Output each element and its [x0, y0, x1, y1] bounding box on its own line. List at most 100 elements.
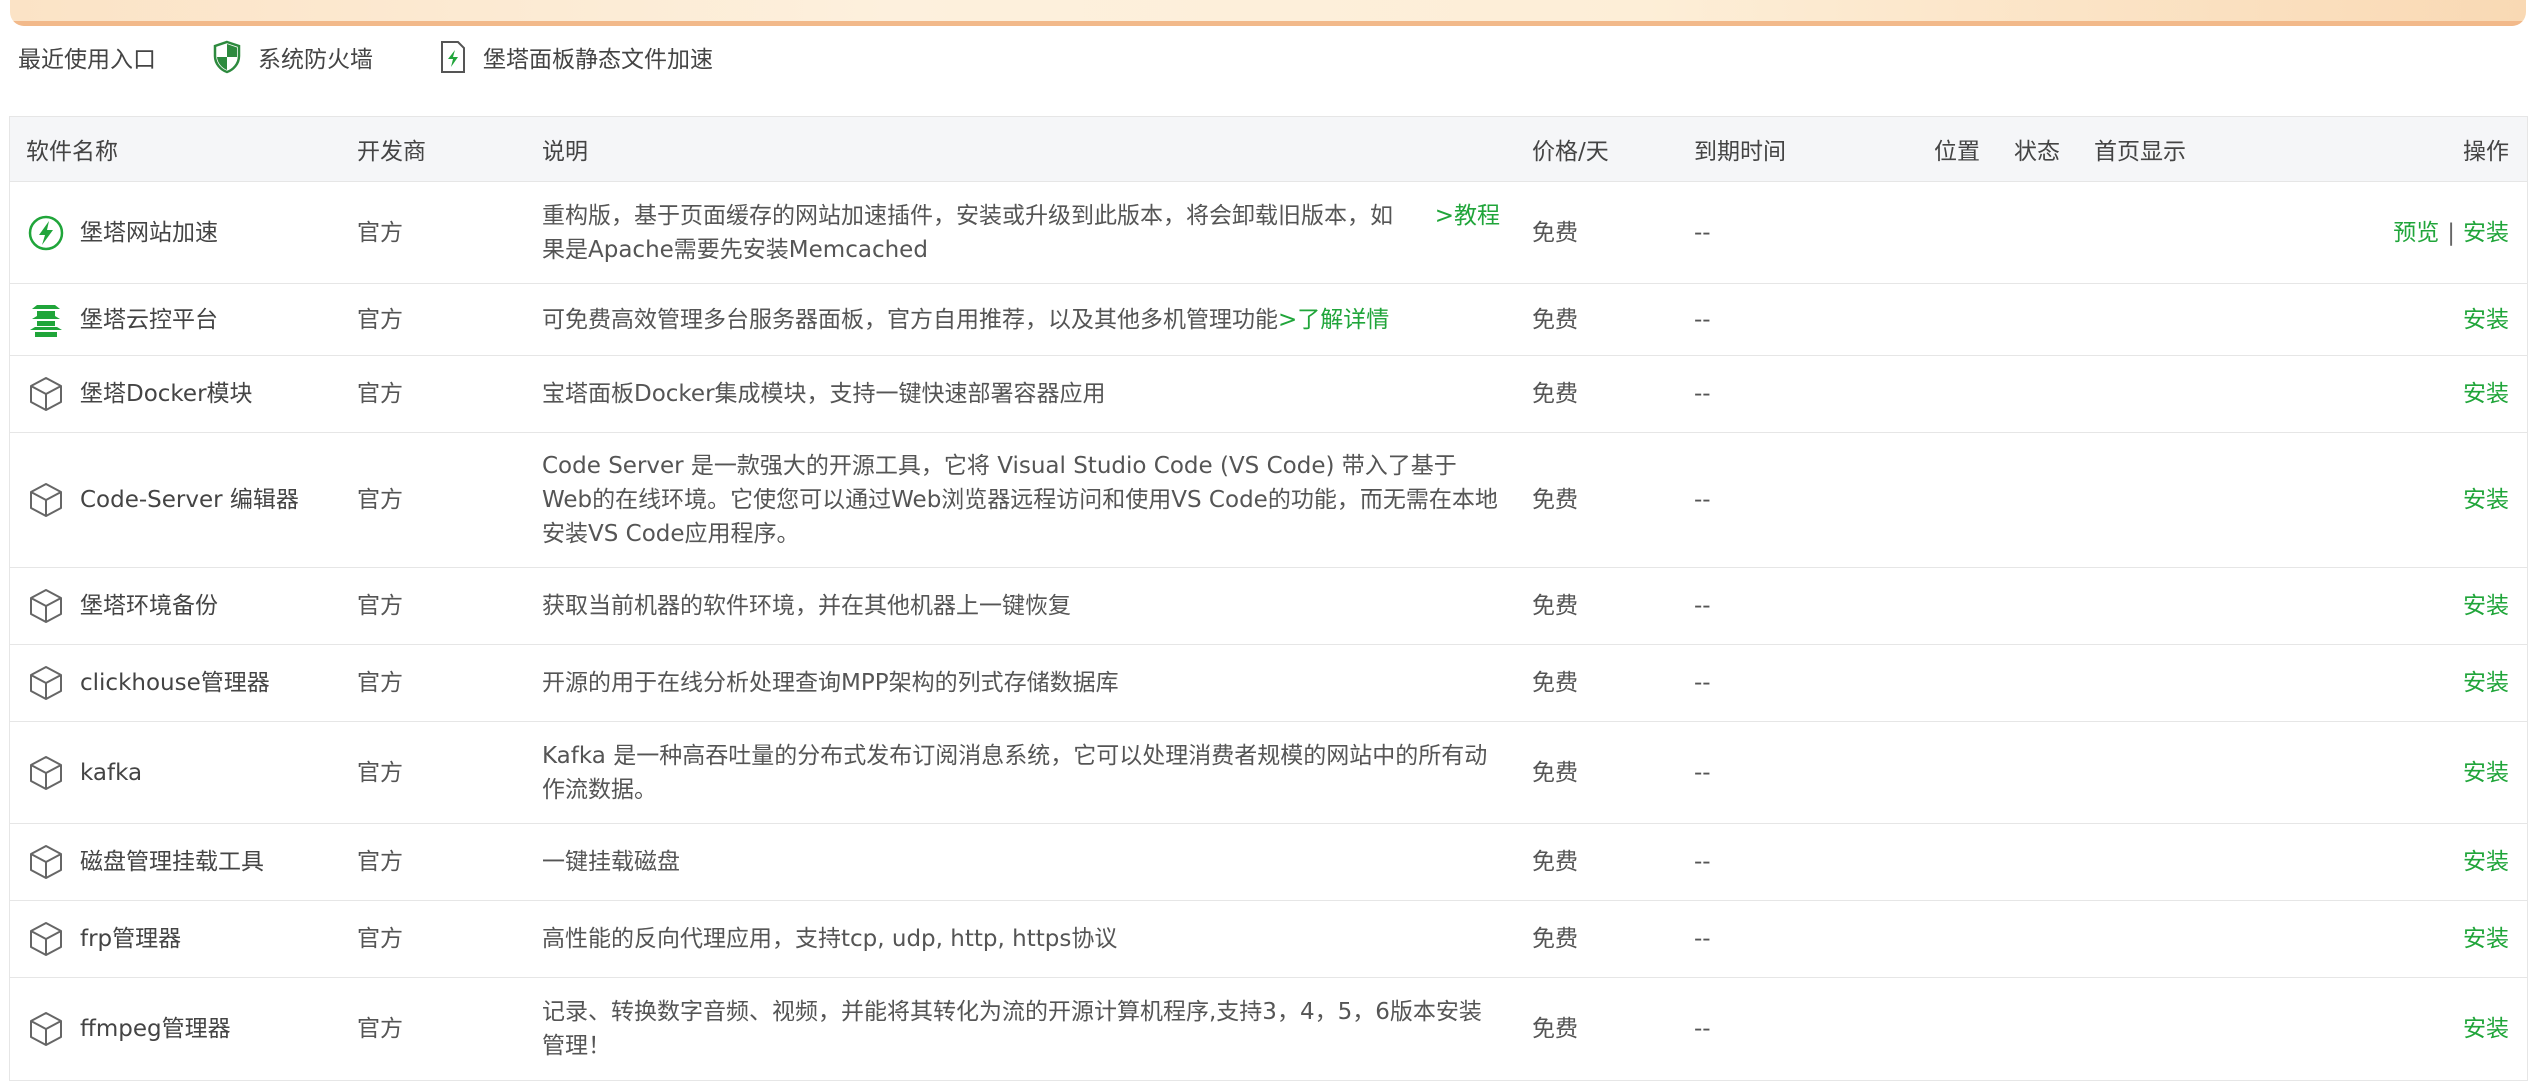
- col-header-name[interactable]: 软件名称: [10, 117, 341, 182]
- install-button[interactable]: 安装: [2463, 381, 2509, 407]
- software-name: 堡塔网站加速: [80, 219, 218, 246]
- expire-time: --: [1678, 181, 1918, 284]
- software-name-cell[interactable]: 堡塔Docker模块: [26, 374, 325, 414]
- software-name-cell[interactable]: 磁盘管理挂载工具: [26, 842, 325, 882]
- install-button[interactable]: 安装: [2463, 1016, 2509, 1042]
- top-banner: [10, 0, 2526, 26]
- recent-entries-label: 最近使用入口: [18, 47, 156, 73]
- cube-icon: [26, 919, 66, 959]
- software-name-cell[interactable]: Code-Server 编辑器: [26, 480, 325, 520]
- operations: 安装: [2228, 900, 2527, 978]
- software-name: 堡塔环境备份: [80, 593, 218, 619]
- software-name-cell[interactable]: 堡塔网站加速: [26, 213, 325, 253]
- install-button[interactable]: 安装: [2463, 220, 2509, 246]
- col-header-desc: 说明: [526, 117, 1516, 182]
- description: 重构版，基于页面缓存的网站加速插件，安装或升级到此版本，将会卸载旧版本，如果是A…: [542, 202, 1393, 263]
- expire-time: --: [1694, 1015, 1711, 1042]
- software-name-cell[interactable]: 堡塔云控平台: [26, 300, 325, 340]
- expire-time: --: [1678, 432, 1918, 568]
- quick-item-static-acceleration[interactable]: 堡塔面板静态文件加速: [439, 40, 713, 74]
- cube-icon: [26, 753, 66, 793]
- install-button[interactable]: 安装: [2463, 487, 2509, 513]
- description: 开源的用于在线分析处理查询MPP架构的列式存储数据库: [542, 670, 1119, 696]
- software-name-cell[interactable]: frp管理器: [26, 919, 325, 959]
- table-row: 堡塔网站加速 官方 重构版，基于页面缓存的网站加速插件，安装或升级到此版本，将会…: [10, 181, 2527, 284]
- install-button[interactable]: 安装: [2463, 670, 2509, 696]
- install-button[interactable]: 安装: [2463, 849, 2509, 875]
- op-separator: |: [2447, 219, 2455, 246]
- software-name: clickhouse管理器: [80, 670, 270, 696]
- install-button[interactable]: 安装: [2463, 926, 2509, 952]
- software-name-cell[interactable]: ffmpeg管理器: [26, 1009, 325, 1049]
- tutorial-link[interactable]: >教程: [1435, 199, 1500, 267]
- developer: 官方: [341, 567, 526, 645]
- developer: 官方: [341, 644, 526, 722]
- col-header-developer: 开发商: [341, 117, 526, 182]
- recent-entries-bar: 最近使用入口 系统防火墙 堡塔面板静态文件加速: [18, 30, 2536, 84]
- software-name-cell[interactable]: kafka: [26, 753, 325, 793]
- preview-button[interactable]: 预览: [2393, 220, 2439, 246]
- table-row: clickhouse管理器 官方 开源的用于在线分析处理查询MPP架构的列式存储…: [10, 644, 2527, 722]
- cube-icon: [26, 1009, 66, 1049]
- developer: 官方: [341, 432, 526, 568]
- price: 免费: [1516, 283, 1678, 356]
- expire-time: --: [1678, 567, 1918, 645]
- software-name: 堡塔Docker模块: [80, 381, 253, 407]
- operations: 安装: [2228, 978, 2527, 1080]
- table-row: 堡塔Docker模块 官方 宝塔面板Docker集成模块，支持一键快速部署容器应…: [10, 355, 2527, 433]
- price: 免费: [1516, 432, 1678, 568]
- cube-icon: [26, 480, 66, 520]
- expire-time: --: [1678, 283, 1918, 356]
- software-name: ffmpeg管理器: [80, 1015, 231, 1042]
- developer: 官方: [341, 900, 526, 978]
- price: 免费: [1516, 823, 1678, 901]
- price: 免费: [1516, 567, 1678, 645]
- price: 免费: [1516, 721, 1678, 824]
- cube-icon: [26, 586, 66, 626]
- software-name-cell[interactable]: clickhouse管理器: [26, 663, 325, 703]
- developer: 官方: [341, 721, 526, 824]
- developer: 官方: [341, 181, 526, 284]
- software-table: 软件名称 开发商 说明 价格/天 到期时间 位置 状态 首页显示 操作 堡塔网站…: [9, 116, 2528, 1081]
- description: 宝塔面板Docker集成模块，支持一键快速部署容器应用: [542, 381, 1106, 407]
- cube-icon: [26, 663, 66, 703]
- description: 一键挂载磁盘: [542, 849, 680, 875]
- quick-item-label: 系统防火墙: [258, 47, 373, 73]
- developer: 官方: [341, 823, 526, 901]
- learn-more-link[interactable]: >了解详情: [1278, 307, 1389, 333]
- price: 免费: [1532, 1015, 1578, 1042]
- col-header-status: 状态: [1998, 117, 2078, 182]
- software-name-cell[interactable]: 堡塔环境备份: [26, 586, 325, 626]
- col-header-expire: 到期时间: [1678, 117, 1918, 182]
- table-row: ffmpeg管理器 官方 记录、转换数字音频、视频，并能将其转化为流的开源计算机…: [10, 978, 2527, 1080]
- description: Kafka 是一种高吞吐量的分布式发布订阅消息系统，它可以处理消费者规模的网站中…: [542, 742, 1488, 803]
- developer: 官方: [341, 355, 526, 433]
- quick-item-label: 堡塔面板静态文件加速: [483, 47, 713, 73]
- shield-icon: [213, 40, 241, 74]
- price: 免费: [1516, 900, 1678, 978]
- operations: 安装: [2228, 721, 2527, 824]
- install-button[interactable]: 安装: [2463, 307, 2509, 333]
- quick-item-firewall[interactable]: 系统防火墙: [212, 40, 373, 74]
- software-name: 磁盘管理挂载工具: [80, 849, 264, 875]
- pagoda-icon: [26, 300, 66, 340]
- col-header-location: 位置: [1918, 117, 1998, 182]
- expire-time: --: [1678, 721, 1918, 824]
- install-button[interactable]: 安装: [2463, 760, 2509, 786]
- table-row: 堡塔环境备份 官方 获取当前机器的软件环境，并在其他机器上一键恢复 免费 -- …: [10, 567, 2527, 645]
- expire-time: --: [1678, 823, 1918, 901]
- price: 免费: [1516, 181, 1678, 284]
- table-row: Code-Server 编辑器 官方 Code Server 是一款强大的开源工…: [10, 432, 2527, 568]
- operations: 安装: [2228, 644, 2527, 722]
- cube-icon: [26, 842, 66, 882]
- price: 免费: [1516, 644, 1678, 722]
- col-header-home: 首页显示: [2078, 117, 2228, 182]
- operations: 预览 | 安装: [2228, 181, 2527, 284]
- expire-time: --: [1678, 644, 1918, 722]
- software-name: kafka: [80, 759, 143, 786]
- price: 免费: [1516, 355, 1678, 433]
- developer: 官方: [341, 283, 526, 356]
- table-row: kafka 官方 Kafka 是一种高吞吐量的分布式发布订阅消息系统，它可以处理…: [10, 721, 2527, 824]
- install-button[interactable]: 安装: [2463, 593, 2509, 619]
- operations: 安装: [2228, 283, 2527, 356]
